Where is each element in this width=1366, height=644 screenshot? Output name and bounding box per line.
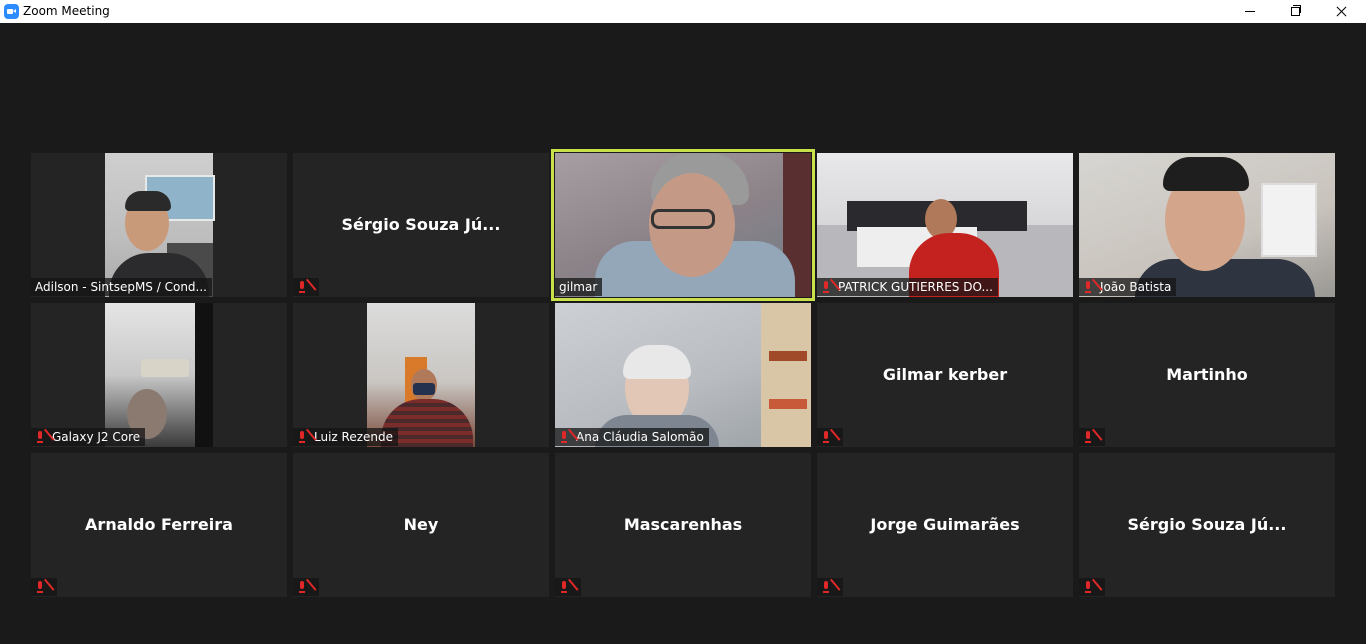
- participant-tile-patrick[interactable]: PATRICK GUTIERRES DO...: [817, 153, 1073, 297]
- participant-video: [817, 153, 1073, 297]
- participant-name: Ney: [403, 515, 439, 534]
- close-button[interactable]: [1318, 0, 1364, 23]
- participant-status: [555, 578, 581, 596]
- participant-status: [293, 578, 319, 596]
- minimize-button[interactable]: [1227, 0, 1273, 23]
- participant-status: [1079, 428, 1105, 446]
- muted-mic-icon: [35, 580, 45, 594]
- participant-tile-ney[interactable]: Ney: [293, 453, 549, 597]
- participant-tile-ana[interactable]: Ana Cláudia Salomão: [555, 303, 811, 447]
- participant-name-label: gilmar: [555, 278, 603, 296]
- participant-name: Gilmar kerber: [882, 365, 1008, 384]
- participant-name: Martinho: [1166, 365, 1248, 384]
- participant-tile-joao[interactable]: João Batista: [1079, 153, 1335, 297]
- zoom-app-icon: [4, 4, 19, 19]
- participant-status: [1079, 578, 1105, 596]
- muted-mic-icon: [559, 580, 569, 594]
- muted-mic-icon: [1083, 430, 1093, 444]
- participant-video: [105, 153, 215, 297]
- restore-icon: [1291, 7, 1300, 16]
- participant-name-label: Galaxy J2 Core: [31, 428, 146, 446]
- muted-mic-icon: [297, 580, 307, 594]
- participant-name: Sérgio Souza Jú...: [1127, 515, 1287, 534]
- participant-tile-adilson[interactable]: Adilson - SintsepMS / Cond...: [31, 153, 287, 297]
- participant-video: [1079, 153, 1335, 297]
- participant-video: [555, 153, 811, 297]
- participant-tile-jorge[interactable]: Jorge Guimarães: [817, 453, 1073, 597]
- participant-name: Mascarenhas: [623, 515, 743, 534]
- participant-status: [293, 278, 319, 296]
- participant-tile-gilmar-kerber[interactable]: Gilmar kerber: [817, 303, 1073, 447]
- participant-tile-luiz[interactable]: Luiz Rezende: [293, 303, 549, 447]
- participant-tile-sergio-1[interactable]: Sérgio Souza Jú...: [293, 153, 549, 297]
- muted-mic-icon: [821, 280, 831, 294]
- title-bar: Zoom Meeting: [0, 0, 1366, 23]
- participant-name-label: PATRICK GUTIERRES DO...: [817, 278, 998, 296]
- participant-tile-arnaldo[interactable]: Arnaldo Ferreira: [31, 453, 287, 597]
- muted-mic-icon: [297, 430, 307, 444]
- minimize-icon: [1245, 11, 1255, 12]
- participant-name-label: Adilson - SintsepMS / Cond...: [31, 278, 212, 296]
- participant-status: [817, 578, 843, 596]
- participant-tile-sergio-2[interactable]: Sérgio Souza Jú...: [1079, 453, 1335, 597]
- participant-status: [31, 578, 57, 596]
- participant-video: [555, 303, 811, 447]
- muted-mic-icon: [1083, 580, 1093, 594]
- muted-mic-icon: [1083, 280, 1093, 294]
- participant-name: Arnaldo Ferreira: [85, 515, 233, 534]
- restore-button[interactable]: [1272, 0, 1318, 23]
- participant-name: Sérgio Souza Jú...: [341, 215, 501, 234]
- participant-name: Jorge Guimarães: [870, 515, 1020, 534]
- muted-mic-icon: [821, 580, 831, 594]
- participant-name-label: João Batista: [1079, 278, 1177, 296]
- participant-video: [367, 303, 475, 447]
- participant-tile-martinho[interactable]: Martinho: [1079, 303, 1335, 447]
- muted-mic-icon: [297, 280, 307, 294]
- participant-tile-gilmar[interactable]: gilmar: [551, 149, 815, 301]
- participant-tile-galaxy[interactable]: Galaxy J2 Core: [31, 303, 287, 447]
- participant-status: [817, 428, 843, 446]
- participant-name-label: Luiz Rezende: [293, 428, 398, 446]
- muted-mic-icon: [821, 430, 831, 444]
- participant-video: [105, 303, 213, 447]
- muted-mic-icon: [559, 430, 569, 444]
- muted-mic-icon: [35, 430, 45, 444]
- participant-tile-mascarenhas[interactable]: Mascarenhas: [555, 453, 811, 597]
- participant-name-label: Ana Cláudia Salomão: [555, 428, 709, 446]
- window-title: Zoom Meeting: [23, 4, 110, 18]
